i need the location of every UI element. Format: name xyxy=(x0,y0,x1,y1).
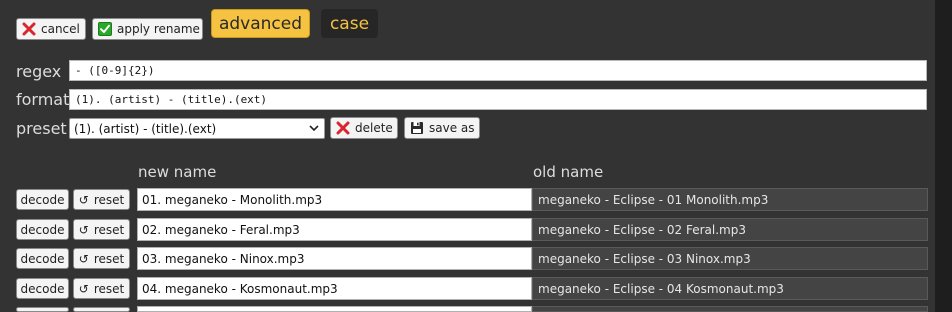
old-name-cell: meganeko - Eclipse - 03 Ninox.mp3 xyxy=(532,247,928,270)
preset-selected-value: (1). (artist) - (title).(ext) xyxy=(74,121,217,136)
reset-label: reset xyxy=(93,281,125,296)
format-input[interactable]: (1). (artist) - (title).(ext) xyxy=(69,89,927,110)
delete-label: delete xyxy=(355,121,393,135)
reset-label: reset xyxy=(93,222,125,237)
delete-preset-button[interactable]: delete xyxy=(330,117,398,139)
new-name-input[interactable]: 03. meganeko - Ninox.mp3 xyxy=(137,247,532,270)
cancel-label: cancel xyxy=(41,22,80,36)
old-name-cell: meganeko - Eclipse - 01 Monolith.mp3 xyxy=(532,188,928,211)
decode-button[interactable]: decode xyxy=(16,219,69,240)
regex-input[interactable]: - ([0-9]{2}) xyxy=(69,60,927,81)
decode-button[interactable] xyxy=(16,307,69,312)
new-name-input[interactable]: 02. meganeko - Feral.mp3 xyxy=(137,218,532,241)
old-name-cell xyxy=(532,306,928,312)
decode-button[interactable]: decode xyxy=(16,278,69,299)
regex-label: regex xyxy=(16,62,62,81)
preset-label: preset xyxy=(16,119,67,138)
preset-select[interactable]: (1). (artist) - (title).(ext) xyxy=(69,118,325,139)
reset-button[interactable]: ↺ reset xyxy=(73,189,130,210)
decode-button[interactable]: decode xyxy=(16,189,69,210)
vertical-scrollbar[interactable] xyxy=(935,0,952,312)
cancel-button[interactable]: cancel xyxy=(16,18,86,40)
reset-button[interactable]: ↺ reset xyxy=(73,219,130,240)
tab-case-label: case xyxy=(329,13,370,34)
decode-button[interactable]: decode xyxy=(16,248,69,269)
reset-label: reset xyxy=(93,251,125,266)
checkbox-check-icon xyxy=(98,22,112,36)
format-label: format xyxy=(16,90,70,109)
floppy-disk-icon xyxy=(410,121,424,135)
tab-advanced[interactable]: advanced xyxy=(211,9,310,38)
undo-arrow-icon: ↺ xyxy=(78,251,89,266)
tab-case[interactable]: case xyxy=(321,9,378,38)
decode-label: decode xyxy=(20,281,65,296)
reset-button[interactable] xyxy=(73,307,130,312)
reset-label: reset xyxy=(93,192,125,207)
old-name-header: old name xyxy=(533,163,604,181)
new-name-input[interactable]: 04. meganeko - Kosmonaut.mp3 xyxy=(137,277,532,300)
chevron-down-icon xyxy=(308,122,320,134)
undo-arrow-icon: ↺ xyxy=(78,281,89,296)
apply-rename-label: apply rename xyxy=(117,22,200,36)
save-as-label: save as xyxy=(429,121,475,135)
reset-button[interactable]: ↺ reset xyxy=(73,278,130,299)
new-name-input[interactable] xyxy=(137,306,532,312)
old-name-cell: meganeko - Eclipse - 04 Kosmonaut.mp3 xyxy=(532,277,928,300)
apply-rename-button[interactable]: apply rename xyxy=(92,18,203,40)
new-name-header: new name xyxy=(138,163,217,181)
save-as-preset-button[interactable]: save as xyxy=(404,117,480,139)
x-icon xyxy=(22,22,36,36)
reset-button[interactable]: ↺ reset xyxy=(73,248,130,269)
undo-arrow-icon: ↺ xyxy=(78,192,89,207)
old-name-cell: meganeko - Eclipse - 02 Feral.mp3 xyxy=(532,218,928,241)
decode-label: decode xyxy=(20,251,65,266)
decode-label: decode xyxy=(20,222,65,237)
undo-arrow-icon: ↺ xyxy=(78,222,89,237)
new-name-input[interactable]: 01. meganeko - Monolith.mp3 xyxy=(137,188,532,211)
x-icon xyxy=(336,121,350,135)
decode-label: decode xyxy=(20,192,65,207)
tab-advanced-label: advanced xyxy=(218,13,303,34)
